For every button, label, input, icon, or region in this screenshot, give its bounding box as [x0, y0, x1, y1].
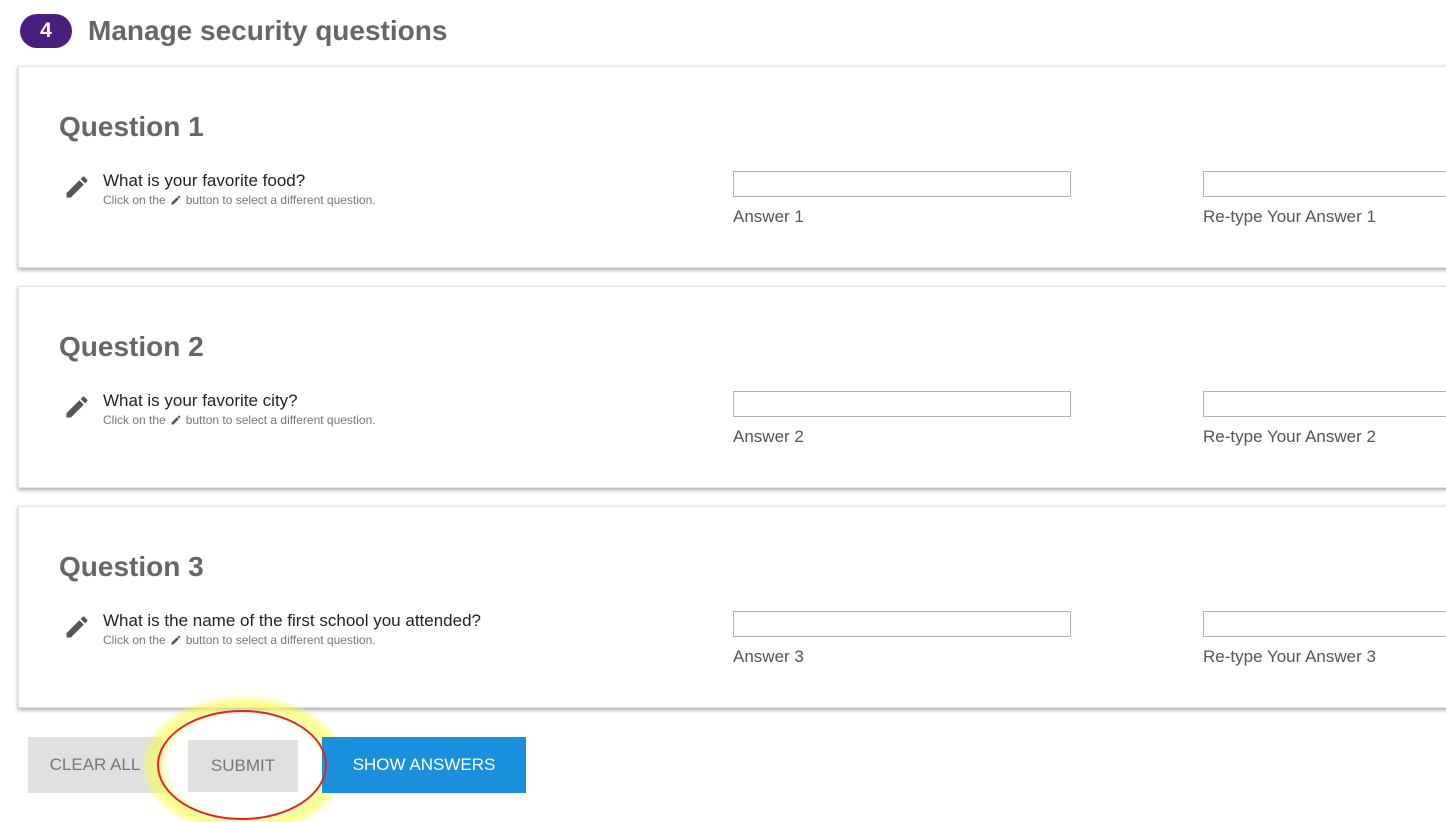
- hint-text-after: button to select a different question.: [185, 193, 376, 207]
- answer-2-label: Answer 2: [733, 427, 804, 446]
- question-hint: Click on the button to select a differen…: [103, 193, 376, 207]
- pencil-icon[interactable]: [63, 613, 91, 641]
- retype-answer-1-input[interactable]: [1203, 171, 1446, 197]
- page-title: Manage security questions: [88, 15, 448, 46]
- retype-answer-2-label: Re-type Your Answer 2: [1203, 427, 1376, 446]
- clear-all-button[interactable]: CLEAR ALL: [28, 737, 162, 793]
- pencil-icon: [171, 415, 181, 425]
- question-card-2: Question 2 What is your favorite city? C…: [18, 286, 1446, 488]
- question-title: Question 3: [59, 551, 204, 582]
- answer-2-input[interactable]: [733, 391, 1071, 417]
- question-card-3: Question 3 What is the name of the first…: [18, 506, 1446, 708]
- pencil-icon[interactable]: [63, 173, 91, 201]
- hint-text-before: Click on the: [103, 413, 166, 427]
- step-number-badge: 4: [20, 14, 72, 48]
- show-answers-button[interactable]: SHOW ANSWERS: [322, 737, 526, 793]
- pencil-icon: [171, 195, 181, 205]
- question-title: Question 1: [59, 111, 204, 142]
- step-header: 4 Manage security questions: [20, 10, 447, 52]
- question-hint: Click on the button to select a differen…: [103, 633, 376, 647]
- submit-button[interactable]: SUBMIT: [188, 740, 298, 792]
- answer-3-label: Answer 3: [733, 647, 804, 666]
- answer-1-input[interactable]: [733, 171, 1071, 197]
- answer-3-input[interactable]: [733, 611, 1071, 637]
- question-text: What is your favorite food?: [103, 171, 306, 190]
- answer-1-label: Answer 1: [733, 207, 804, 226]
- question-text: What is your favorite city?: [103, 391, 298, 410]
- security-questions-page: 4 Manage security questions Question 1 W…: [0, 0, 1446, 822]
- retype-answer-3-label: Re-type Your Answer 3: [1203, 647, 1376, 666]
- retype-answer-3-input[interactable]: [1203, 611, 1446, 637]
- retype-answer-2-input[interactable]: [1203, 391, 1446, 417]
- pencil-icon[interactable]: [63, 393, 91, 421]
- hint-text-after: button to select a different question.: [185, 413, 376, 427]
- hint-text-before: Click on the: [103, 193, 166, 207]
- hint-text-before: Click on the: [103, 633, 166, 647]
- question-hint: Click on the button to select a differen…: [103, 413, 376, 427]
- question-text: What is the name of the first school you…: [103, 611, 481, 630]
- pencil-icon: [171, 635, 181, 645]
- retype-answer-1-label: Re-type Your Answer 1: [1203, 207, 1376, 226]
- question-title: Question 2: [59, 331, 204, 362]
- question-card-1: Question 1 What is your favorite food? C…: [18, 66, 1446, 268]
- hint-text-after: button to select a different question.: [185, 633, 376, 647]
